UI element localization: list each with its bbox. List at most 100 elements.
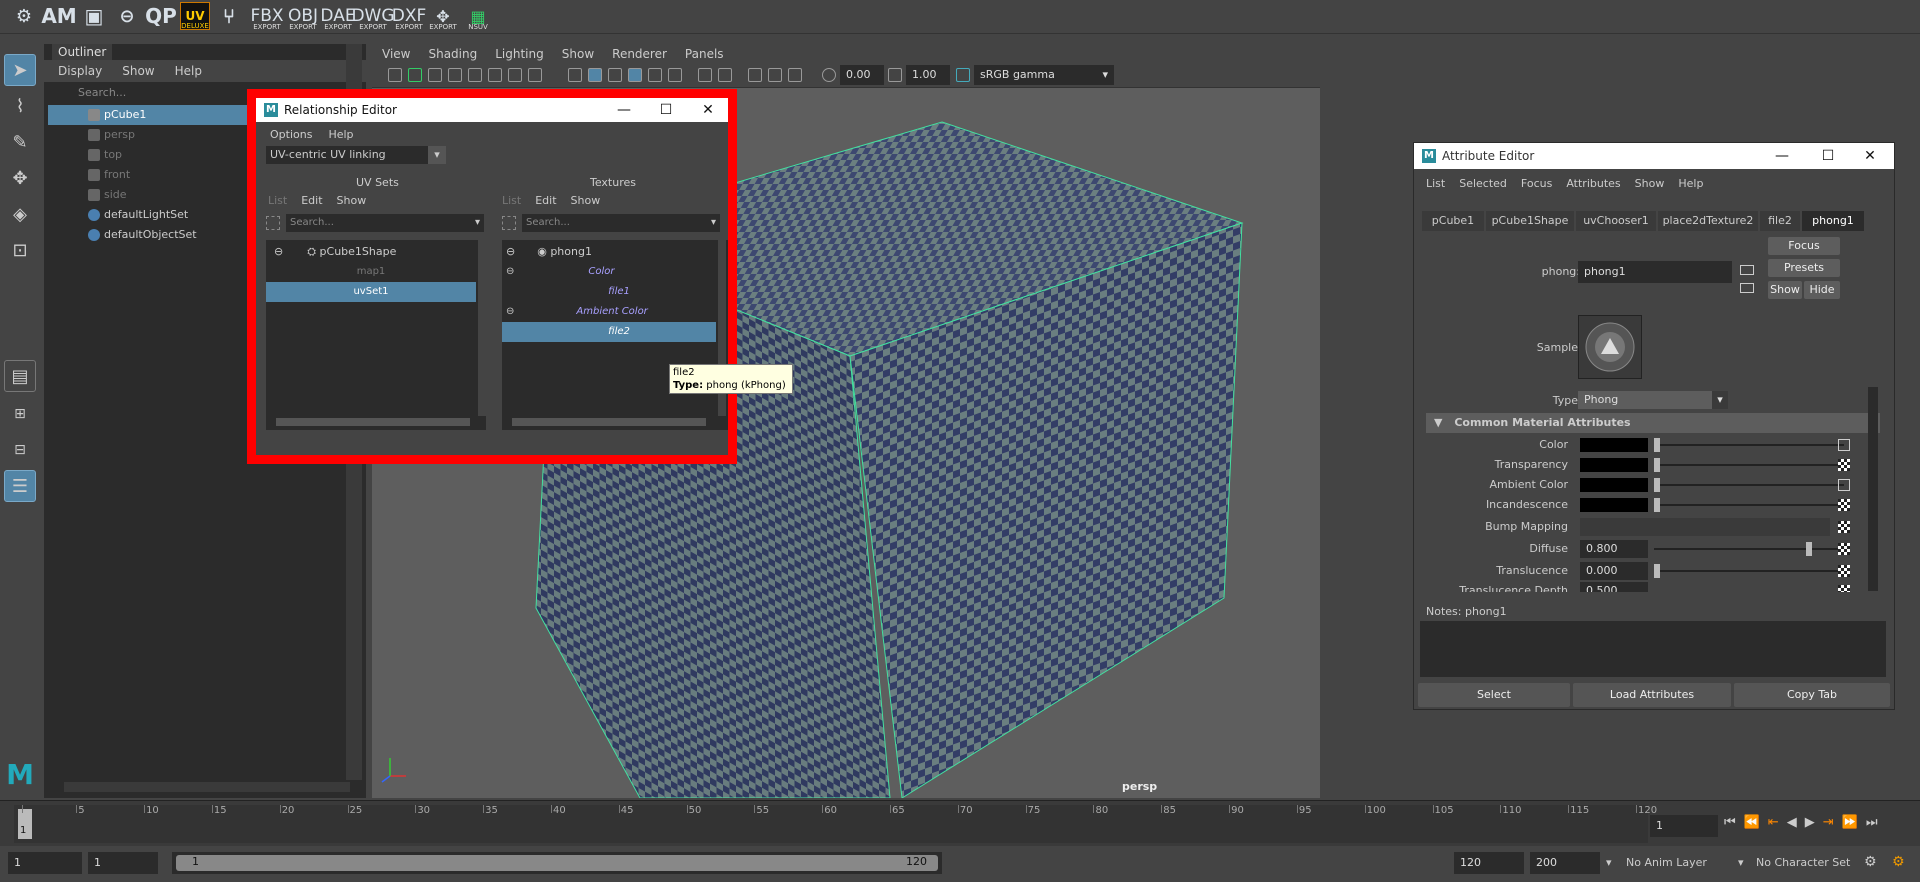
translucence-slider[interactable] bbox=[1654, 564, 1844, 578]
checker-map-icon[interactable] bbox=[1838, 543, 1850, 555]
range-slider-handle[interactable] bbox=[176, 855, 938, 871]
ae-tab-file2[interactable]: file2 bbox=[1760, 211, 1800, 231]
step-forward-key-icon[interactable]: ⇥ bbox=[1823, 815, 1834, 830]
textures-menu-edit[interactable]: Edit bbox=[535, 194, 556, 207]
uvsets-search-input[interactable]: Search... ▾ bbox=[286, 214, 484, 232]
play-backwards-icon[interactable]: ◀ bbox=[1787, 815, 1797, 830]
ae-menu-selected[interactable]: Selected bbox=[1459, 177, 1507, 190]
textures-row-file1[interactable]: file1 bbox=[502, 282, 716, 302]
attribute-editor-titlebar[interactable]: M Attribute Editor — ☐ ✕ bbox=[1414, 143, 1894, 169]
antialias-icon[interactable] bbox=[788, 68, 802, 82]
transparency-swatch[interactable] bbox=[1580, 458, 1648, 472]
presets-button[interactable]: Presets bbox=[1768, 259, 1840, 277]
ae-menu-attributes[interactable]: Attributes bbox=[1566, 177, 1620, 190]
ambient-occlusion-icon[interactable] bbox=[748, 68, 762, 82]
settings-gear-icon[interactable]: ⚙ bbox=[4, 2, 44, 30]
maximize-icon[interactable]: ☐ bbox=[1810, 144, 1846, 168]
textures-filter-icon[interactable] bbox=[502, 216, 516, 230]
hide-button[interactable]: Hide bbox=[1804, 281, 1840, 299]
checker-map-icon[interactable] bbox=[1838, 585, 1850, 592]
textures-row-ambient-color[interactable]: ⊖ Ambient Color bbox=[502, 302, 716, 322]
viewport-menu-view[interactable]: View bbox=[382, 47, 410, 61]
color-slider[interactable] bbox=[1654, 438, 1844, 452]
bookmark-icon[interactable] bbox=[428, 68, 442, 82]
go-to-start-icon[interactable]: ⏮ bbox=[1724, 815, 1736, 830]
outliner-tab[interactable]: Outliner bbox=[52, 44, 113, 60]
textured-icon[interactable] bbox=[628, 68, 642, 82]
step-back-icon[interactable]: ⏪ bbox=[1744, 815, 1760, 830]
smooth-shade-icon[interactable] bbox=[588, 68, 602, 82]
shelf-qp-icon[interactable]: QP bbox=[145, 2, 177, 30]
ae-tab-pcube1[interactable]: pCube1 bbox=[1422, 211, 1484, 231]
gate-mask-icon[interactable] bbox=[528, 68, 542, 82]
output-connections-icon[interactable] bbox=[1740, 283, 1754, 293]
colorspace-select[interactable]: sRGB gamma ▾ bbox=[974, 65, 1114, 85]
film-gate-icon[interactable] bbox=[488, 68, 502, 82]
collapse-icon[interactable]: ⊖ bbox=[506, 266, 514, 277]
obj-export-icon[interactable]: OBJ EXPORT bbox=[286, 2, 320, 31]
uvsets-row-uvset1[interactable]: uvSet1 bbox=[266, 282, 476, 302]
playback-start-field[interactable]: 1 bbox=[88, 852, 158, 874]
step-back-key-icon[interactable]: ⇤ bbox=[1768, 815, 1779, 830]
viewport-menu-show[interactable]: Show bbox=[562, 47, 594, 61]
map-button-icon[interactable] bbox=[1838, 439, 1850, 451]
translucence-depth-field[interactable]: 0.500 bbox=[1580, 582, 1648, 592]
uvsets-menu-list[interactable]: List bbox=[268, 194, 287, 207]
color-management-icon[interactable] bbox=[956, 68, 970, 82]
collapse-icon[interactable]: ⊖ bbox=[506, 306, 514, 317]
chevron-down-icon[interactable]: ▾ bbox=[1606, 852, 1616, 874]
textures-row-color[interactable]: ⊖ Color bbox=[502, 262, 716, 282]
diffuse-field[interactable]: 0.800 bbox=[1580, 540, 1648, 558]
show-button[interactable]: Show bbox=[1768, 281, 1802, 299]
dwg-export-icon[interactable]: DWG EXPORT bbox=[351, 2, 394, 31]
link-icon[interactable]: ⊖ bbox=[112, 2, 142, 30]
uvsets-vertical-scrollbar[interactable] bbox=[478, 240, 486, 416]
lasso-tool-icon[interactable]: ⌇ bbox=[4, 90, 36, 122]
outliner-menu-show[interactable]: Show bbox=[122, 64, 154, 78]
textures-horizontal-scrollbar[interactable] bbox=[512, 418, 706, 426]
xray-icon[interactable] bbox=[718, 68, 732, 82]
outliner-menu-help[interactable]: Help bbox=[175, 64, 202, 78]
copy-tab-button[interactable]: Copy Tab bbox=[1734, 683, 1890, 707]
notes-textarea[interactable] bbox=[1420, 621, 1886, 677]
focus-button[interactable]: Focus bbox=[1768, 237, 1840, 255]
ae-menu-list[interactable]: List bbox=[1426, 177, 1445, 190]
collapse-icon[interactable]: ⊖ bbox=[274, 245, 283, 258]
input-connections-icon[interactable] bbox=[1740, 265, 1754, 275]
side-by-side-layout-icon[interactable]: ⊟ bbox=[4, 434, 36, 466]
scale-tool-icon[interactable]: ⊡ bbox=[4, 234, 36, 266]
incandescence-slider[interactable] bbox=[1654, 498, 1844, 512]
textures-row-phong1[interactable]: ⊖ ◉ phong1 bbox=[502, 242, 716, 262]
common-material-section-header[interactable]: ▼ Common Material Attributes bbox=[1426, 413, 1880, 433]
uvsets-filter-icon[interactable] bbox=[266, 216, 280, 230]
image-plane-icon[interactable] bbox=[448, 68, 462, 82]
resolution-gate-icon[interactable] bbox=[508, 68, 522, 82]
minimize-icon[interactable]: — bbox=[606, 98, 642, 122]
type-select[interactable]: Phong ▾ bbox=[1578, 391, 1728, 409]
four-view-layout-icon[interactable]: ⊞ bbox=[4, 398, 36, 430]
gamma-field[interactable]: 1.00 bbox=[906, 65, 950, 85]
bump-mapping-field[interactable] bbox=[1580, 518, 1830, 536]
isolate-select-icon[interactable] bbox=[698, 68, 712, 82]
uvsets-menu-show[interactable]: Show bbox=[337, 194, 367, 207]
checker-map-icon[interactable] bbox=[1838, 521, 1850, 533]
single-view-layout-icon[interactable]: ▤ bbox=[4, 360, 36, 392]
wireframe-on-shaded-icon[interactable] bbox=[608, 68, 622, 82]
uvsets-horizontal-scrollbar[interactable] bbox=[276, 418, 470, 426]
cube-icon[interactable]: ▣ bbox=[80, 2, 108, 30]
textures-menu-list[interactable]: List bbox=[502, 194, 521, 207]
uvsets-row-map1[interactable]: map1 bbox=[266, 262, 476, 282]
animation-start-field[interactable]: 1 bbox=[8, 852, 82, 874]
ae-menu-show[interactable]: Show bbox=[1635, 177, 1665, 190]
current-frame-input[interactable]: 1 bbox=[1650, 815, 1718, 837]
motion-blur-icon[interactable] bbox=[768, 68, 782, 82]
dae-export-icon[interactable]: DAE EXPORT bbox=[320, 2, 355, 31]
range-slider[interactable]: 1 120 bbox=[172, 852, 942, 874]
close-icon[interactable]: ✕ bbox=[1852, 144, 1888, 168]
viewport-menu-panels[interactable]: Panels bbox=[685, 47, 724, 61]
ae-tab-pcube1shape[interactable]: pCube1Shape bbox=[1486, 211, 1574, 231]
move-tool-icon[interactable]: ✥ bbox=[4, 162, 36, 194]
checker-map-icon[interactable] bbox=[1838, 565, 1850, 577]
node-name-field[interactable]: phong1 bbox=[1578, 261, 1732, 283]
viewport-menu-renderer[interactable]: Renderer bbox=[612, 47, 667, 61]
